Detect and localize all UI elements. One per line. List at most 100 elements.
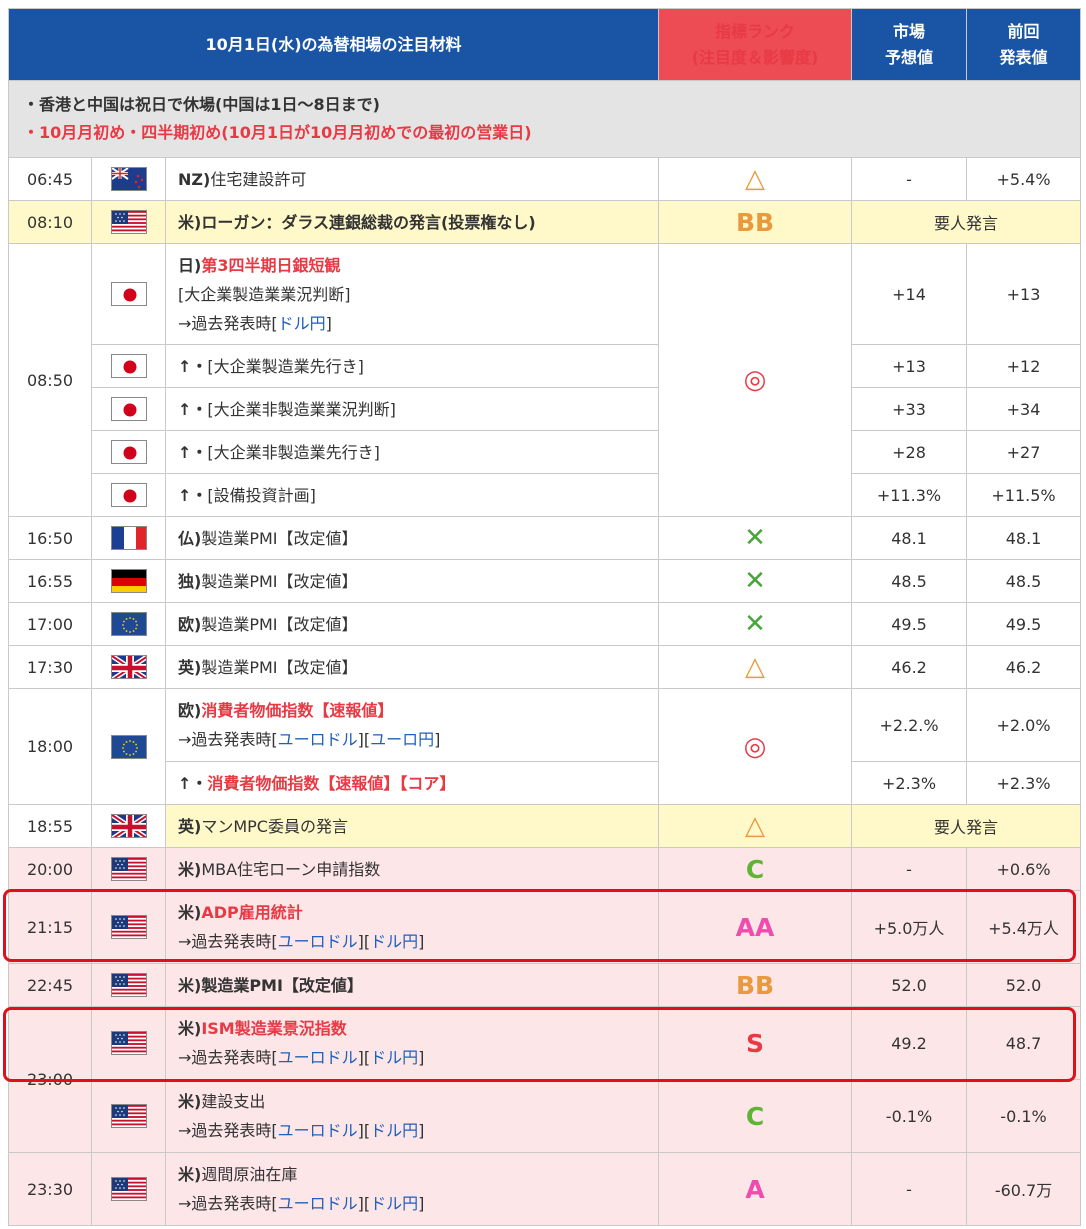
forecast-cell: 52.0 [851, 963, 968, 1007]
country-prefix: 欧) [178, 614, 202, 634]
rank-letter: C [745, 1101, 765, 1131]
rank-cell: AA [658, 890, 853, 964]
link-eurusd[interactable]: ユーロドル [278, 1048, 358, 1067]
bracket: ][ [357, 1048, 371, 1067]
notice-line-1: ・香港と中国は祝日で休場(中国は1日～8日まで) [23, 95, 380, 114]
event-cell: ↑・[設備投資計画] [164, 473, 660, 517]
fr-flag-icon [110, 526, 147, 550]
table-row: 米)建設支出 →過去発表時[ユーロドル][ドル円] C -0.1% -0.1% [9, 1079, 1082, 1153]
header-title: 10月1日(水)の為替相場の注目材料 [7, 8, 660, 81]
forecast-cell: +28 [851, 430, 968, 474]
flag-cell [91, 430, 166, 474]
event-cell: ↑・[大企業製造業先行き] [164, 344, 660, 388]
event-title: 製造業PMI【改定値】 [201, 614, 358, 634]
triangle-rank-icon: △ [745, 652, 766, 682]
table-row: 23:00 米)ISM製造業景況指数 →過去発表時[ユーロドル][ドル円] S … [8, 1006, 1082, 1153]
link-eurusd[interactable]: ユーロドル [278, 1121, 358, 1140]
previous-cell: 48.7 [966, 1006, 1082, 1080]
link-usdjpy[interactable]: ドル円 [370, 932, 418, 951]
cross-rank-icon: ✕ [744, 523, 766, 553]
table-row: 20:00 米)MBA住宅ローン申請指数 C - +0.6% [8, 847, 1082, 891]
table-header: 10月1日(水)の為替相場の注目材料 指標ランク (注目度＆影響度) 市場 予想値 … [7, 8, 1082, 81]
time-cell: 16:55 [8, 559, 92, 603]
past-label: →過去発表時[ [178, 313, 278, 333]
forecast-cell: +11.3% [851, 473, 968, 517]
event-cell: 独)製造業PMI【改定値】 [164, 559, 660, 603]
event-cell: 欧)消費者物価指数【速報値】 →過去発表時[ユーロドル][ユーロ円] [164, 688, 660, 762]
link-usdjpy[interactable]: ドル円 [370, 1121, 418, 1140]
de-flag-icon [110, 569, 147, 593]
flag-cell [91, 1079, 166, 1153]
flag-cell [91, 157, 166, 201]
bracket: ][ [357, 1121, 371, 1140]
link-usdjpy[interactable]: ドル円 [370, 1194, 418, 1213]
flag-cell [91, 645, 166, 689]
link-usdjpy[interactable]: ドル円 [370, 1048, 418, 1067]
header-forecast-line2: 予想値 [885, 47, 934, 67]
past-label: →過去発表時[ [178, 730, 278, 749]
uk-flag-icon [110, 655, 147, 679]
event-title: 消費者物価指数【速報値】 [201, 701, 394, 720]
table-row: 17:30 英)製造業PMI【改定値】 △ 46.2 46.2 [8, 645, 1082, 689]
arrow-prefix: ↑・ [178, 485, 208, 505]
event-cell: 米)ローガン：ダラス連銀総裁の発言(投票権なし) [164, 200, 660, 244]
link-eurusd[interactable]: ユーロドル [278, 932, 358, 951]
header-previous-line1: 前回 [1007, 21, 1040, 41]
country-prefix: 欧) [178, 701, 202, 720]
country-prefix: 米) [178, 1092, 202, 1111]
time-cell: 18:00 [8, 688, 92, 805]
event-cell: 米)ISM製造業景況指数 →過去発表時[ユーロドル][ドル円] [164, 1006, 660, 1080]
past-label: →過去発表時[ [178, 1194, 278, 1213]
link-eurusd[interactable]: ユーロドル [278, 1194, 358, 1213]
uk-flag-icon [110, 814, 147, 838]
forecast-cell: -0.1% [851, 1079, 968, 1153]
arrow-prefix: ↑・ [178, 356, 208, 376]
us-flag-icon [110, 1031, 147, 1055]
rank-cell: ◎ [658, 243, 853, 517]
bracket: ][ [357, 1194, 371, 1213]
arrow-prefix: ↑・ [178, 399, 208, 419]
country-prefix: 米) [178, 1019, 202, 1038]
link-usdjpy[interactable]: ドル円 [278, 314, 326, 333]
event-title: 住宅建設許可 [210, 169, 307, 189]
previous-cell: +12 [966, 344, 1082, 388]
us-flag-icon [110, 973, 147, 997]
rank-cell: ✕ [658, 559, 853, 603]
cross-rank-icon: ✕ [744, 566, 766, 596]
triangle-rank-icon: △ [745, 164, 766, 194]
bracket: ] [418, 1194, 425, 1213]
jp-flag-icon [110, 440, 147, 464]
link-eurjpy[interactable]: ユーロ円 [370, 730, 434, 749]
notice-line-2: ・10月月初め・四半期初め(10月1日が10月月初めでの最初の営業日) [23, 123, 532, 142]
previous-cell: -60.7万 [966, 1152, 1082, 1226]
event-title: 製造業PMI【改定値】 [201, 571, 358, 591]
rank-cell: ✕ [658, 516, 853, 560]
event-subtitle: [大企業製造業業況判断] [178, 284, 351, 304]
time-cell: 08:10 [8, 200, 92, 244]
event-title: [設備投資計画] [207, 485, 316, 505]
rank-cell: BB [658, 963, 853, 1007]
rank-cell: △ [658, 645, 853, 689]
time-cell: 17:00 [8, 602, 92, 646]
previous-cell: +34 [966, 387, 1082, 431]
flag-cell [91, 473, 166, 517]
arrow-prefix: ↑・ [178, 442, 208, 462]
event-cell: ↑・消費者物価指数【速報値】【コア】 [164, 761, 660, 805]
rank-cell: C [658, 847, 853, 891]
event-cell: ↑・[大企業非製造業業況判断] [164, 387, 660, 431]
flag-cell [91, 890, 166, 964]
country-prefix: 仏) [178, 528, 202, 548]
event-title: 週間原油在庫 [201, 1165, 298, 1184]
table-row: 21:15 米)ADP雇用統計 →過去発表時[ユーロドル][ドル円] AA +5… [8, 890, 1082, 964]
flag-cell [91, 602, 166, 646]
previous-cell: 48.1 [966, 516, 1082, 560]
eu-flag-icon [110, 734, 147, 759]
previous-cell: +13 [966, 243, 1082, 345]
event-title: 製造業PMI【改定値】 [201, 975, 363, 995]
time-cell: 08:50 [8, 243, 92, 517]
country-prefix: 英) [178, 657, 202, 677]
us-flag-icon [110, 1177, 147, 1201]
rank-cell: ◎ [658, 688, 853, 805]
jp-flag-icon [110, 397, 147, 421]
link-eurusd[interactable]: ユーロドル [278, 730, 358, 749]
